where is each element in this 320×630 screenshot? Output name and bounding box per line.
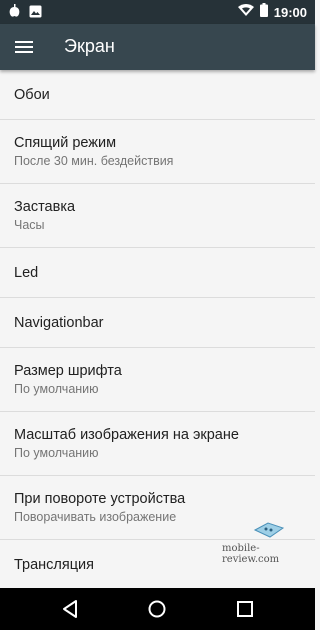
- setting-sleep[interactable]: Спящий режим После 30 мин. бездействия: [0, 120, 315, 184]
- recents-icon[interactable]: [234, 598, 256, 620]
- setting-title: Заставка: [14, 199, 76, 215]
- status-time: 19:00: [273, 5, 307, 20]
- wifi-icon: [237, 3, 254, 22]
- setting-title: Led: [14, 264, 39, 281]
- setting-font-size[interactable]: Размер шрифта По умолчанию: [0, 348, 315, 412]
- setting-subtitle: По умолчанию: [14, 382, 99, 396]
- battery-icon: [259, 3, 268, 22]
- back-icon[interactable]: [60, 598, 82, 620]
- page-title: Экран: [64, 36, 115, 56]
- app-toolbar: Экран: [0, 24, 315, 70]
- image-icon: [29, 5, 42, 23]
- hamburger-menu-icon[interactable]: [10, 33, 38, 61]
- setting-title: Спящий режим: [14, 135, 117, 151]
- setting-subtitle: После 30 мин. бездействия: [14, 154, 174, 168]
- setting-wallpaper[interactable]: Обои: [0, 70, 315, 120]
- setting-display-scale[interactable]: Масштаб изображения на экране По умолчан…: [0, 412, 315, 476]
- watermark: mobile-review.com: [222, 520, 315, 565]
- setting-subtitle: По умолчанию: [14, 446, 99, 460]
- status-bar: 19:00: [0, 0, 315, 24]
- setting-screensaver[interactable]: Заставка Часы: [0, 184, 315, 248]
- setting-title: Navigationbar: [14, 314, 104, 331]
- setting-title: При повороте устройства: [14, 491, 186, 507]
- setting-title: Размер шрифта: [14, 363, 122, 379]
- navigation-bar: [0, 588, 315, 630]
- watermark-text: mobile-review.com: [222, 543, 280, 565]
- settings-list: Обои Спящий режим После 30 мин. бездейст…: [0, 70, 315, 588]
- setting-title: Масштаб изображения на экране: [14, 427, 239, 443]
- setting-led[interactable]: Led: [0, 248, 315, 298]
- home-icon[interactable]: [146, 598, 168, 620]
- watermark-logo-icon: [252, 520, 286, 545]
- setting-title: Обои: [14, 86, 50, 103]
- app-notification-icon: [8, 4, 21, 23]
- setting-subtitle: Часы: [14, 218, 45, 232]
- setting-navigationbar[interactable]: Navigationbar: [0, 298, 315, 348]
